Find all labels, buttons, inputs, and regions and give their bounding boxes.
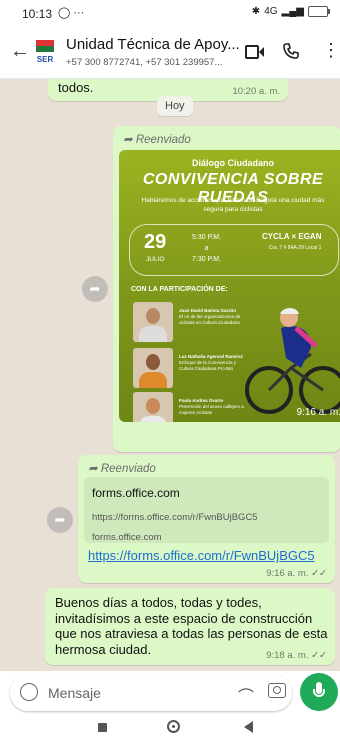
status-bar: 10:13 ◯ ··· ✱ 4G ▂▄▆ <box>0 0 340 28</box>
bluetooth-icon: ✱ <box>251 6 261 17</box>
whatsapp-notification-icon: ◯ ··· <box>58 7 85 19</box>
link-message[interactable]: ➦ Reenviado forms.office.com https://for… <box>78 455 335 583</box>
message-time: 9:16 a. m. <box>296 407 340 418</box>
message-time: 9:16 a. m. ✓✓ <box>266 568 327 579</box>
message-input-placeholder[interactable]: Mensaje <box>48 685 101 701</box>
message-composer: Mensaje ⌒ <box>0 671 340 715</box>
event-poster-image[interactable]: Diálogo Ciudadano CONVIVENCIA SOBRE RUED… <box>119 150 340 422</box>
chat-subtitle[interactable]: +57 300 8772741, +57 301 239957... <box>66 57 222 68</box>
more-options-icon[interactable]: ⋮ <box>322 40 340 61</box>
link-preview-host: forms.office.com <box>92 532 162 543</box>
battery-icon <box>308 6 330 17</box>
poster-time: 5:30 P.M. a 7:30 P.M. <box>192 234 222 263</box>
camera-icon[interactable] <box>268 683 286 698</box>
message-input[interactable]: Mensaje ⌒ <box>10 675 292 711</box>
poster-day: 29 <box>144 231 167 253</box>
recents-button[interactable] <box>98 723 107 732</box>
cyclist-illustration <box>245 308 340 414</box>
message-time: 9:18 a. m. ✓✓ <box>266 650 327 661</box>
chat-title[interactable]: Unidad Técnica de Apoy... <box>66 36 240 53</box>
read-receipt-icon: ✓✓ <box>311 568 327 579</box>
participant-info: Luz Nathalia Agencel Ramírez Enfoque de l… <box>179 354 243 371</box>
back-arrow-icon[interactable]: ← <box>10 40 30 63</box>
poster-participation-label: CON LA PARTICIPACIÓN DE: <box>131 286 228 293</box>
back-button[interactable] <box>244 721 253 733</box>
forwarded-label: ➦ Reenviado <box>123 134 191 146</box>
status-time: 10:13 <box>22 7 53 21</box>
message-text: todos. <box>58 80 94 95</box>
chat-header: ← SER Unidad Técnica de Apoy... +57 300 … <box>0 28 340 79</box>
forward-icon[interactable]: ➦ <box>82 276 108 302</box>
message-time: 10:20 a. m. <box>232 86 280 97</box>
group-avatar[interactable]: SER <box>34 40 56 66</box>
link-preview[interactable]: forms.office.com https://forms.office.co… <box>84 477 329 543</box>
participant-photo <box>133 348 173 388</box>
message-link[interactable]: https://forms.office.com/r/FwnBUjBGC5 <box>88 548 315 563</box>
poster-address: Cra. 7 # 84A-29 Local 1 <box>268 245 322 251</box>
poster-date-box: 29 JULIO 5:30 P.M. a 7:30 P.M. CYCLA × E… <box>129 224 339 276</box>
text-message[interactable]: Buenos días a todos, todas y todes, invi… <box>45 588 335 665</box>
link-preview-title: forms.office.com <box>92 486 180 500</box>
message-text: Buenos días a todos, todas y todes, invi… <box>55 595 328 657</box>
forwarded-label: ➦ Reenviado <box>88 463 156 475</box>
mic-button[interactable] <box>300 673 338 711</box>
participant-info: Juan David Batista Garzón El rol de las o… <box>179 308 241 325</box>
emoji-icon[interactable] <box>20 683 38 701</box>
message-list[interactable]: todos. 10:20 a. m. Hoy ➦ ➦ Reenviado Diá… <box>0 79 340 671</box>
poster-place: CYCLA × EGAN <box>262 232 322 241</box>
video-call-icon[interactable] <box>245 45 265 59</box>
poster-subtitle: Hablaremos de acciones que hacen de Bogo… <box>141 197 325 213</box>
link-preview-description: https://forms.office.com/r/FwnBUjBGC5 <box>92 512 258 523</box>
attach-icon[interactable]: ⌒ <box>238 683 254 707</box>
status-icons: ✱ 4G ▂▄▆ <box>251 6 330 17</box>
participant-photo <box>133 302 173 342</box>
voice-call-icon[interactable] <box>283 43 299 59</box>
system-nav-bar <box>0 715 340 740</box>
day-divider: Hoy <box>157 96 193 116</box>
poster-header: Diálogo Ciudadano <box>192 158 274 168</box>
image-message[interactable]: ➦ Reenviado Diálogo Ciudadano CONVIVENCI… <box>113 126 340 452</box>
participant-photo <box>133 392 173 422</box>
forward-icon[interactable]: ➦ <box>47 507 73 533</box>
home-button[interactable] <box>167 720 180 733</box>
svg-text:SER: SER <box>37 55 54 64</box>
signal-icon: ▂▄▆ <box>281 6 304 17</box>
poster-month: JULIO <box>146 256 165 263</box>
network-type-label: 4G <box>264 6 278 17</box>
participant-info: Paola Andrea Ovarte Prevención del acoso … <box>179 398 244 415</box>
read-receipt-icon: ✓✓ <box>311 650 327 661</box>
